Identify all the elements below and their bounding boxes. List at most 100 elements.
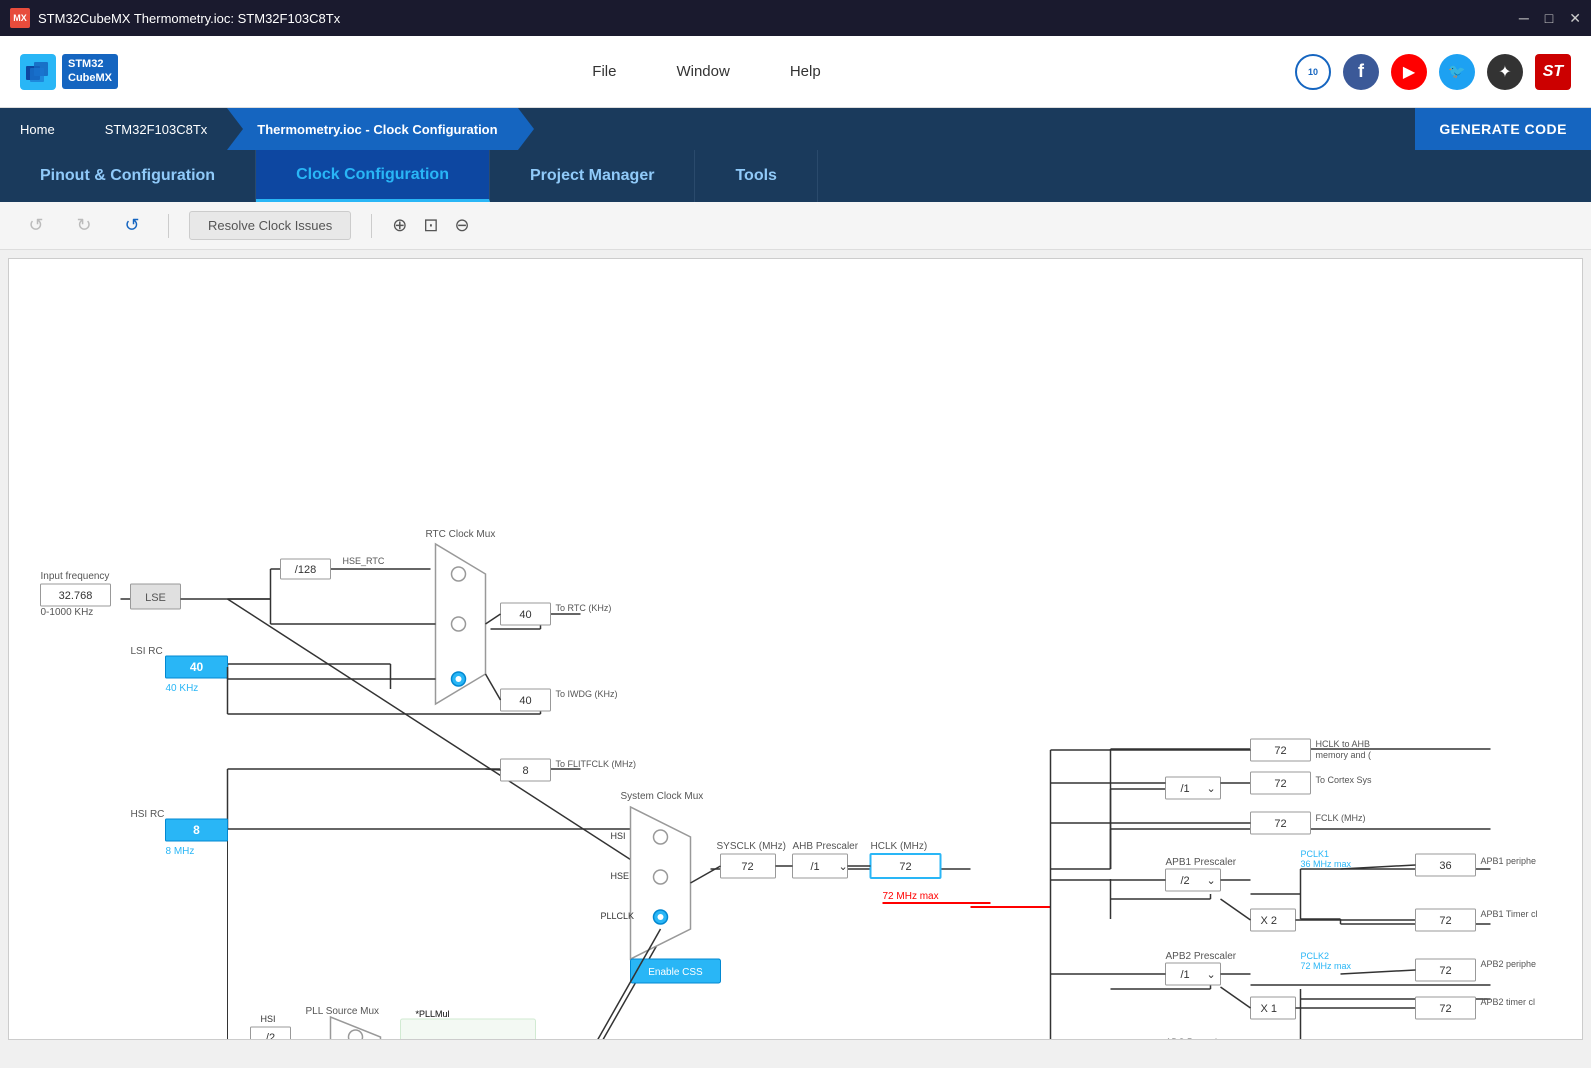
svg-text:To Cortex Sys: To Cortex Sys xyxy=(1316,775,1373,785)
menu-items: File Window Help xyxy=(592,63,820,80)
svg-text:72: 72 xyxy=(1274,818,1286,830)
clock-diagram-svg: Input frequency 32.768 0-1000 KHz LSE LS… xyxy=(9,259,1582,1039)
svg-text:PCLK2: PCLK2 xyxy=(1301,951,1330,961)
svg-text:40 KHz: 40 KHz xyxy=(166,683,199,694)
svg-text:HSI RC: HSI RC xyxy=(131,809,165,820)
svg-text:72: 72 xyxy=(1274,778,1286,790)
maximize-button[interactable]: □ xyxy=(1545,10,1553,27)
tab-tools[interactable]: Tools xyxy=(695,150,817,202)
svg-text:HSI: HSI xyxy=(261,1014,276,1024)
svg-text:RTC Clock Mux: RTC Clock Mux xyxy=(426,529,496,540)
twitter-icon[interactable]: 🐦 xyxy=(1439,54,1475,90)
svg-text:APB1 periphe: APB1 periphe xyxy=(1481,856,1537,866)
toolbar-separator-1 xyxy=(168,214,169,238)
svg-text:HSI: HSI xyxy=(611,831,626,841)
breadcrumb-arrow-3 xyxy=(518,108,534,150)
svg-text:To FLITFCLK (MHz): To FLITFCLK (MHz) xyxy=(556,759,637,769)
svg-text:72: 72 xyxy=(1439,915,1451,927)
svg-text:32.768: 32.768 xyxy=(59,590,93,602)
svg-text:APB2 periphe: APB2 periphe xyxy=(1481,959,1537,969)
window-title: STM32CubeMX Thermometry.ioc: STM32F103C8… xyxy=(38,11,340,26)
svg-text:X 2: X 2 xyxy=(1261,915,1278,927)
svg-text:HCLK (MHz): HCLK (MHz) xyxy=(871,841,928,852)
undo-button[interactable]: ↺ xyxy=(20,210,52,242)
diagram-container: Input frequency 32.768 0-1000 KHz LSE LS… xyxy=(9,259,1582,1039)
menubar: STM32 CubeMX File Window Help 10 f ▶ 🐦 ✦… xyxy=(0,36,1591,108)
toolbar: ↺ ↻ ↺ Resolve Clock Issues ⊕ ⊡ ⊖ xyxy=(0,202,1591,250)
svg-text:HCLK to AHB: HCLK to AHB xyxy=(1316,739,1371,749)
svg-text:/1: /1 xyxy=(811,861,820,873)
tab-clock[interactable]: Clock Configuration xyxy=(256,150,490,202)
app-icon: MX xyxy=(10,8,30,28)
titlebar-left: MX STM32CubeMX Thermometry.ioc: STM32F10… xyxy=(10,8,340,28)
svg-text:APB2 Prescaler: APB2 Prescaler xyxy=(1166,951,1237,962)
svg-text:SYSCLK (MHz): SYSCLK (MHz) xyxy=(717,841,786,852)
diagram-area: Input frequency 32.768 0-1000 KHz LSE LS… xyxy=(8,258,1583,1040)
svg-text:X 1: X 1 xyxy=(1261,1003,1278,1015)
network-icon[interactable]: ✦ xyxy=(1487,54,1523,90)
zoom-in-icon[interactable]: ⊕ xyxy=(392,215,407,236)
svg-text:LSE: LSE xyxy=(145,592,166,604)
svg-text:APB2 timer cl: APB2 timer cl xyxy=(1481,997,1536,1007)
breadcrumb-device[interactable]: STM32F103C8Tx xyxy=(75,108,228,150)
tab-bar: Pinout & Configuration Clock Configurati… xyxy=(0,150,1591,202)
svg-text:*PLLMul: *PLLMul xyxy=(416,1009,450,1019)
svg-text:72: 72 xyxy=(1439,1003,1451,1015)
svg-text:ADC Prescaler: ADC Prescaler xyxy=(1166,1037,1226,1039)
breadcrumb-home[interactable]: Home xyxy=(0,108,75,150)
svg-text:36 MHz max: 36 MHz max xyxy=(1301,859,1352,869)
svg-text:HSE_RTC: HSE_RTC xyxy=(343,556,385,566)
breadcrumb-arrow-1 xyxy=(75,108,91,150)
svg-text:40: 40 xyxy=(519,695,531,707)
generate-code-button[interactable]: GENERATE CODE xyxy=(1415,108,1591,150)
toolbar-separator-2 xyxy=(371,214,372,238)
refresh-button[interactable]: ↺ xyxy=(116,210,148,242)
logo-text: STM32 CubeMX xyxy=(62,54,118,88)
svg-text:8: 8 xyxy=(193,823,200,837)
svg-text:APB1 Prescaler: APB1 Prescaler xyxy=(1166,857,1237,868)
svg-text:⌄: ⌄ xyxy=(1207,875,1216,887)
facebook-icon[interactable]: f xyxy=(1343,54,1379,90)
svg-text:72 MHz max: 72 MHz max xyxy=(1301,961,1352,971)
redo-button[interactable]: ↻ xyxy=(68,210,100,242)
tab-pinout[interactable]: Pinout & Configuration xyxy=(0,150,256,202)
breadcrumb-active[interactable]: Thermometry.ioc - Clock Configuration xyxy=(227,108,517,150)
svg-text:/128: /128 xyxy=(295,564,316,576)
youtube-icon[interactable]: ▶ xyxy=(1391,54,1427,90)
svg-text:40: 40 xyxy=(190,660,204,674)
svg-text:72: 72 xyxy=(1274,745,1286,757)
svg-text:PLL Source Mux: PLL Source Mux xyxy=(306,1006,380,1017)
svg-text:To IWDG (KHz): To IWDG (KHz) xyxy=(556,689,618,699)
svg-text:72: 72 xyxy=(1439,965,1451,977)
logo: STM32 CubeMX xyxy=(20,54,118,90)
svg-text:LSI RC: LSI RC xyxy=(131,646,163,657)
menu-window[interactable]: Window xyxy=(676,63,729,80)
anniversary-icon: 10 xyxy=(1295,54,1331,90)
st-icon[interactable]: ST xyxy=(1535,54,1571,90)
tab-project[interactable]: Project Manager xyxy=(490,150,695,202)
svg-text:Enable CSS: Enable CSS xyxy=(648,967,703,978)
svg-text:HSE: HSE xyxy=(611,871,630,881)
svg-text:System Clock Mux: System Clock Mux xyxy=(621,791,704,802)
svg-text:8 MHz: 8 MHz xyxy=(166,846,195,857)
svg-text:⌄: ⌄ xyxy=(1207,783,1216,795)
svg-text:memory and (: memory and ( xyxy=(1316,750,1372,760)
menu-file[interactable]: File xyxy=(592,63,616,80)
svg-text:/2: /2 xyxy=(266,1032,275,1039)
svg-text:/2: /2 xyxy=(1181,875,1190,887)
svg-text:40: 40 xyxy=(519,609,531,621)
frame-icon[interactable]: ⊡ xyxy=(423,215,438,236)
svg-text:0-1000 KHz: 0-1000 KHz xyxy=(41,607,94,618)
svg-text:⌄: ⌄ xyxy=(839,861,848,873)
svg-text:PCLK1: PCLK1 xyxy=(1301,849,1330,859)
svg-text:/1: /1 xyxy=(1181,969,1190,981)
resolve-clock-issues-button[interactable]: Resolve Clock Issues xyxy=(189,211,351,240)
svg-text:FCLK (MHz): FCLK (MHz) xyxy=(1316,813,1366,823)
svg-text:8: 8 xyxy=(522,765,528,777)
close-button[interactable]: ✕ xyxy=(1569,10,1581,27)
zoom-out-icon[interactable]: ⊖ xyxy=(454,215,469,236)
titlebar-controls[interactable]: ─ □ ✕ xyxy=(1519,10,1581,27)
svg-text:PLLCLK: PLLCLK xyxy=(601,911,635,921)
minimize-button[interactable]: ─ xyxy=(1519,10,1529,27)
menu-help[interactable]: Help xyxy=(790,63,821,80)
